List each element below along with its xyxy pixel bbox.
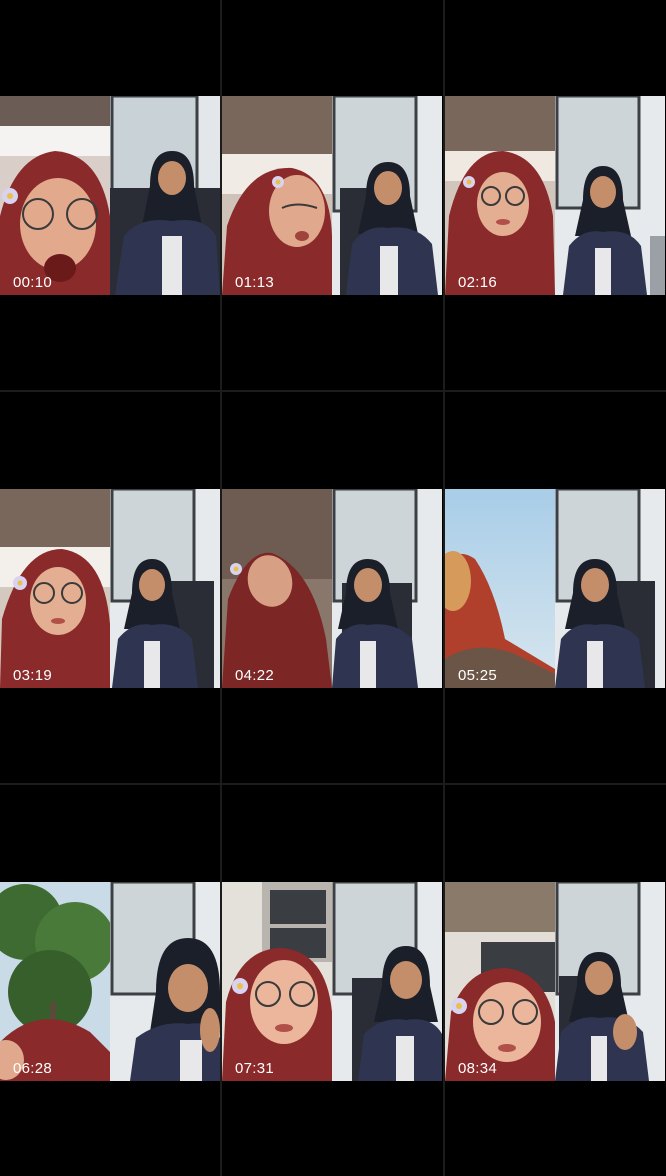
thumbnail-1[interactable]: 00:10 (0, 0, 220, 390)
right-participant-video (332, 489, 442, 688)
left-participant-video (0, 96, 110, 295)
thumbnail-3[interactable]: 02:16 (445, 0, 665, 390)
right-participant-video (332, 882, 442, 1081)
left-participant-video (445, 96, 555, 295)
timestamp-label: 07:31 (235, 1060, 275, 1077)
left-participant-video (0, 882, 110, 1081)
timestamp-label: 04:22 (235, 667, 275, 684)
thumbnail-6[interactable]: 05:25 (445, 393, 665, 783)
left-participant-video (222, 489, 332, 688)
split-screen-frame (222, 882, 442, 1081)
split-screen-frame (445, 882, 665, 1081)
thumbnail-8[interactable]: 07:31 (222, 786, 442, 1176)
right-participant-video (110, 489, 220, 688)
right-participant-video (555, 489, 665, 688)
timestamp-label: 00:10 (13, 274, 53, 291)
left-participant-video (445, 882, 555, 1081)
right-participant-video (110, 96, 220, 295)
split-screen-frame (445, 96, 665, 295)
timestamp-label: 08:34 (458, 1060, 498, 1077)
timestamp-label: 02:16 (458, 274, 498, 291)
thumbnail-2[interactable]: 01:13 (222, 0, 442, 390)
right-participant-video (110, 882, 220, 1081)
row-divider (0, 390, 666, 392)
left-participant-video (222, 882, 332, 1081)
thumbnail-9[interactable]: 08:34 (445, 786, 665, 1176)
timestamp-label: 03:19 (13, 667, 53, 684)
right-participant-video (332, 96, 442, 295)
split-screen-frame (0, 882, 220, 1081)
thumbnail-4[interactable]: 03:19 (0, 393, 220, 783)
split-screen-frame (0, 96, 220, 295)
thumbnail-grid: 00:10 01:13 02:16 03:19 04:22 05:25 06:2… (0, 0, 666, 1176)
row-divider (0, 783, 666, 785)
right-participant-video (555, 96, 665, 295)
left-participant-video (222, 96, 332, 295)
left-participant-video (0, 489, 110, 688)
split-screen-frame (0, 489, 220, 688)
timestamp-label: 01:13 (235, 274, 275, 291)
right-participant-video (555, 882, 665, 1081)
thumbnail-7[interactable]: 06:28 (0, 786, 220, 1176)
left-participant-video (445, 489, 555, 688)
split-screen-frame (222, 96, 442, 295)
split-screen-frame (222, 489, 442, 688)
split-screen-frame (445, 489, 665, 688)
thumbnail-5[interactable]: 04:22 (222, 393, 442, 783)
timestamp-label: 05:25 (458, 667, 498, 684)
timestamp-label: 06:28 (13, 1060, 53, 1077)
